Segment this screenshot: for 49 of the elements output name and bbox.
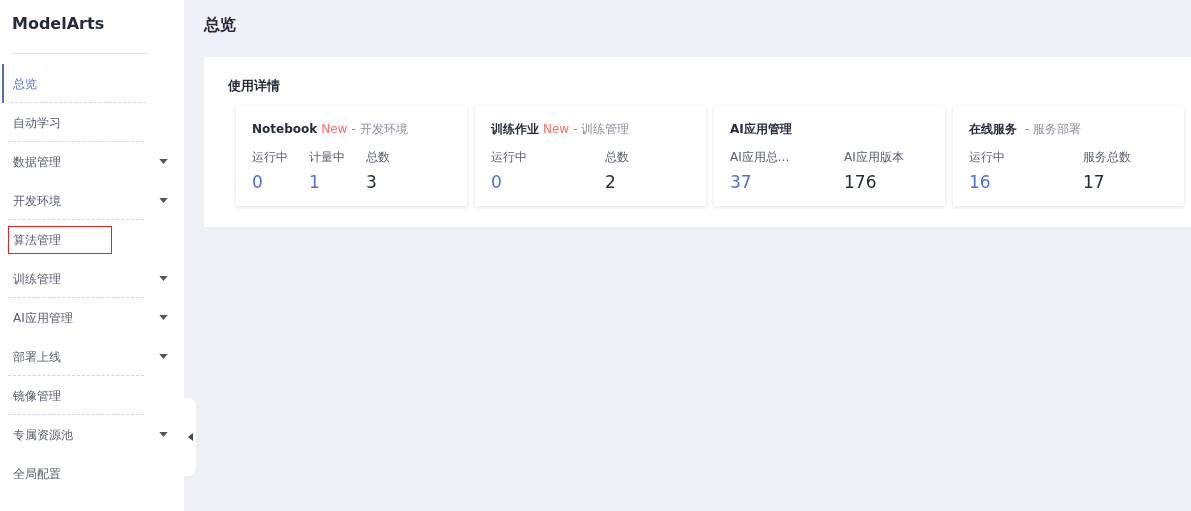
sidebar-item[interactable]: 数据管理	[2, 142, 172, 181]
stat-label: 运行中	[969, 149, 1005, 165]
card-title: 在线服务	[969, 121, 1017, 138]
logo-text: ModelArts	[12, 14, 106, 34]
sidebar-item[interactable]: 训练管理	[2, 259, 172, 298]
caret-icon[interactable]	[159, 198, 168, 203]
caret-icon[interactable]	[159, 276, 168, 281]
caret-icon[interactable]	[159, 432, 168, 437]
sidebar-item[interactable]: 开发环境	[2, 181, 172, 220]
stat-value[interactable]: 17	[1083, 171, 1105, 193]
stat-value[interactable]: 16	[969, 171, 991, 193]
caret-icon[interactable]	[159, 315, 168, 320]
stat-label: 服务总数	[1083, 149, 1131, 165]
panel-title: 使用详情	[228, 77, 281, 95]
stat-label: 总数	[605, 149, 629, 165]
stat-label: AI应用总...	[730, 149, 790, 165]
stat-label: 运行中	[252, 149, 288, 165]
sidebar-item[interactable]: 专属资源池	[2, 415, 172, 454]
sidebar-item[interactable]: 镜像管理	[2, 376, 172, 415]
stat-value[interactable]: 176	[844, 171, 877, 193]
stat-label: AI应用版本	[844, 149, 904, 165]
stat-value[interactable]: 0	[252, 171, 263, 193]
new-tag: New	[321, 120, 348, 138]
card-subtitle: - 开发环境	[351, 121, 408, 138]
sidebar-item[interactable]: 部署上线	[2, 337, 172, 376]
sidebar-item[interactable]: 算法管理	[2, 220, 172, 259]
new-tag: New	[543, 120, 570, 138]
card-title: 训练作业	[491, 121, 539, 138]
page-title: 总览	[204, 14, 237, 36]
stat-label: 计量中	[309, 149, 345, 165]
caret-icon[interactable]	[159, 354, 168, 359]
caret-icon[interactable]	[159, 159, 168, 164]
card-subtitle: - 训练管理	[573, 121, 630, 138]
collapse-icon[interactable]	[187, 433, 193, 441]
sidebar-item[interactable]: AI应用管理	[2, 298, 172, 337]
stat-label: 运行中	[491, 149, 527, 165]
stat-label: 总数	[366, 149, 390, 165]
card-title: Notebook	[252, 121, 318, 138]
stat-value[interactable]: 37	[730, 171, 752, 193]
stat-value[interactable]: 0	[491, 171, 502, 193]
card-title: AI应用管理	[730, 121, 792, 138]
collapse-handle[interactable]	[184, 398, 196, 476]
card-subtitle: - 服务部署	[1025, 121, 1082, 138]
stat-value[interactable]: 3	[366, 171, 377, 193]
sidebar-item[interactable]: 自动学习	[2, 103, 172, 142]
stat-value[interactable]: 1	[309, 171, 320, 193]
stat-value[interactable]: 2	[605, 171, 616, 193]
sidebar-item[interactable]: 全局配置	[2, 454, 172, 493]
sidebar-item[interactable]: 总览	[2, 64, 172, 103]
